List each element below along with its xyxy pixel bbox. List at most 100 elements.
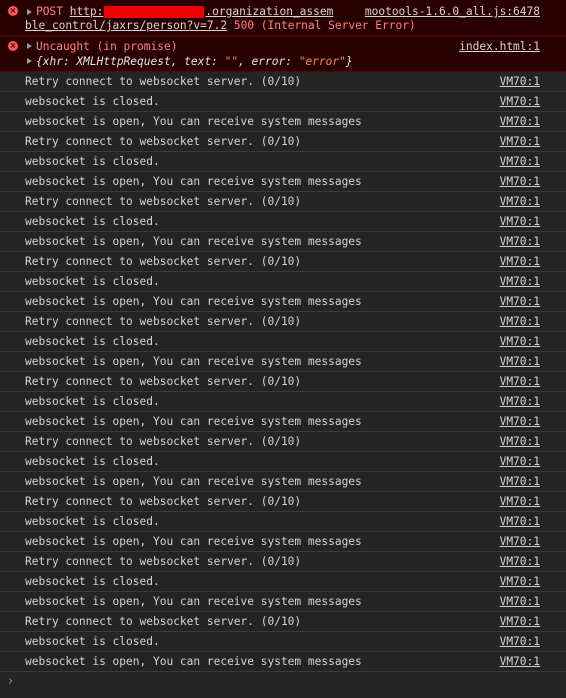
- log-row: Retry connect to websocket server. (0/10…: [0, 432, 566, 452]
- log-source-link[interactable]: VM70:1: [500, 155, 540, 168]
- obj-prefix: {xhr: XMLHttpRequest, text:: [36, 55, 225, 68]
- log-row: websocket is closed. VM70:1: [0, 212, 566, 232]
- expand-triangle-icon[interactable]: [27, 43, 32, 49]
- log-row: Retry connect to websocket server. (0/10…: [0, 132, 566, 152]
- log-source-link[interactable]: VM70:1: [500, 375, 540, 388]
- log-row: websocket is open, You can receive syste…: [0, 112, 566, 132]
- log-row: websocket is open, You can receive syste…: [0, 352, 566, 372]
- log-row: Retry connect to websocket server. (0/10…: [0, 72, 566, 92]
- expand-triangle-icon[interactable]: [27, 9, 32, 15]
- log-message: Retry connect to websocket server. (0/10…: [25, 75, 302, 88]
- log-message: websocket is closed.: [25, 515, 160, 528]
- log-source-link[interactable]: VM70:1: [500, 575, 540, 588]
- log-list: Retry connect to websocket server. (0/10…: [0, 72, 566, 672]
- log-row: Retry connect to websocket server. (0/10…: [0, 492, 566, 512]
- log-source-link[interactable]: VM70:1: [500, 455, 540, 468]
- log-message: Retry connect to websocket server. (0/10…: [25, 135, 302, 148]
- log-source-link[interactable]: VM70:1: [500, 275, 540, 288]
- log-message: Retry connect to websocket server. (0/10…: [25, 195, 302, 208]
- request-line: POST http: .organization_assem: [36, 5, 333, 18]
- log-source-link[interactable]: VM70:1: [500, 235, 540, 248]
- log-message: websocket is closed.: [25, 155, 160, 168]
- log-source-link[interactable]: VM70:1: [500, 315, 540, 328]
- log-message: Retry connect to websocket server. (0/10…: [25, 555, 302, 568]
- log-source-link[interactable]: VM70:1: [500, 135, 540, 148]
- request-url-start[interactable]: http:: [70, 5, 104, 18]
- request-url-end[interactable]: .organization_assem: [205, 5, 333, 18]
- log-source-link[interactable]: VM70:1: [500, 255, 540, 268]
- expand-triangle-icon[interactable]: [27, 58, 32, 64]
- log-row: websocket is open, You can receive syste…: [0, 472, 566, 492]
- error-icon: ×: [8, 6, 18, 16]
- log-row: Retry connect to websocket server. (0/10…: [0, 612, 566, 632]
- log-source-link[interactable]: VM70:1: [500, 295, 540, 308]
- uncaught-label: Uncaught (in promise): [36, 40, 178, 53]
- log-row: websocket is open, You can receive syste…: [0, 172, 566, 192]
- log-message: websocket is open, You can receive syste…: [25, 535, 362, 548]
- log-message: Retry connect to websocket server. (0/10…: [25, 495, 302, 508]
- log-source-link[interactable]: VM70:1: [500, 355, 540, 368]
- request-url-line2[interactable]: ble_control/jaxrs/person?v=7.2: [25, 19, 227, 32]
- error-object-preview[interactable]: {xhr: XMLHttpRequest, text: "", error: "…: [36, 55, 353, 68]
- log-source-link[interactable]: VM70:1: [500, 515, 540, 528]
- log-message: websocket is closed.: [25, 335, 160, 348]
- log-row: websocket is closed. VM70:1: [0, 632, 566, 652]
- log-row: websocket is closed. VM70:1: [0, 452, 566, 472]
- log-source-link[interactable]: VM70:1: [500, 595, 540, 608]
- log-row: websocket is closed. VM70:1: [0, 92, 566, 112]
- prompt-chevron-icon: ›: [8, 674, 14, 689]
- error-source-link[interactable]: mootools-1.6.0_all.js:6478: [365, 5, 540, 18]
- log-source-link[interactable]: VM70:1: [500, 115, 540, 128]
- log-message: websocket is closed.: [25, 275, 160, 288]
- obj-error-value: "error": [298, 55, 346, 68]
- log-message: Retry connect to websocket server. (0/10…: [25, 615, 302, 628]
- obj-text-value: "": [224, 55, 239, 68]
- log-source-link[interactable]: VM70:1: [500, 175, 540, 188]
- log-message: websocket is open, You can receive syste…: [25, 475, 362, 488]
- log-source-link[interactable]: VM70:1: [500, 215, 540, 228]
- log-source-link[interactable]: VM70:1: [500, 535, 540, 548]
- log-source-link[interactable]: VM70:1: [500, 475, 540, 488]
- log-message: Retry connect to websocket server. (0/10…: [25, 255, 302, 268]
- log-row: websocket is open, You can receive syste…: [0, 592, 566, 612]
- log-source-link[interactable]: VM70:1: [500, 615, 540, 628]
- log-row: websocket is closed. VM70:1: [0, 272, 566, 292]
- obj-mid: , error:: [238, 55, 299, 68]
- log-message: websocket is closed.: [25, 395, 160, 408]
- log-message: Retry connect to websocket server. (0/10…: [25, 375, 302, 388]
- log-source-link[interactable]: VM70:1: [500, 95, 540, 108]
- log-message: websocket is closed.: [25, 455, 160, 468]
- log-row: Retry connect to websocket server. (0/10…: [0, 252, 566, 272]
- log-row: websocket is closed. VM70:1: [0, 332, 566, 352]
- log-source-link[interactable]: VM70:1: [500, 195, 540, 208]
- log-source-link[interactable]: VM70:1: [500, 555, 540, 568]
- log-row: websocket is open, You can receive syste…: [0, 652, 566, 672]
- uncaught-source-link[interactable]: index.html:1: [459, 40, 540, 53]
- log-source-link[interactable]: VM70:1: [500, 335, 540, 348]
- log-row: Retry connect to websocket server. (0/10…: [0, 552, 566, 572]
- uncaught-error-message: × Uncaught (in promise) index.html:1 {xh…: [0, 37, 566, 72]
- log-message: websocket is open, You can receive syste…: [25, 295, 362, 308]
- log-source-link[interactable]: VM70:1: [500, 415, 540, 428]
- request-status: 500 (Internal Server Error): [233, 19, 416, 32]
- log-source-link[interactable]: VM70:1: [500, 495, 540, 508]
- log-source-link[interactable]: VM70:1: [500, 395, 540, 408]
- network-error-message: × POST http: .organization_assem ble_cont…: [0, 0, 566, 37]
- devtools-console: × POST http: .organization_assem ble_cont…: [0, 0, 566, 698]
- obj-suffix: }: [345, 55, 353, 68]
- log-message: websocket is closed.: [25, 575, 160, 588]
- log-message: websocket is closed.: [25, 95, 160, 108]
- console-prompt[interactable]: ›: [0, 671, 566, 698]
- log-source-link[interactable]: VM70:1: [500, 655, 540, 668]
- log-message: websocket is open, You can receive syste…: [25, 235, 362, 248]
- log-message: Retry connect to websocket server. (0/10…: [25, 315, 302, 328]
- log-row: websocket is closed. VM70:1: [0, 392, 566, 412]
- redacted-block: [104, 6, 205, 18]
- log-source-link[interactable]: VM70:1: [500, 435, 540, 448]
- log-message: websocket is closed.: [25, 635, 160, 648]
- log-source-link[interactable]: VM70:1: [500, 75, 540, 88]
- log-message: websocket is open, You can receive syste…: [25, 175, 362, 188]
- log-row: websocket is open, You can receive syste…: [0, 292, 566, 312]
- log-message: websocket is open, You can receive syste…: [25, 115, 362, 128]
- log-source-link[interactable]: VM70:1: [500, 635, 540, 648]
